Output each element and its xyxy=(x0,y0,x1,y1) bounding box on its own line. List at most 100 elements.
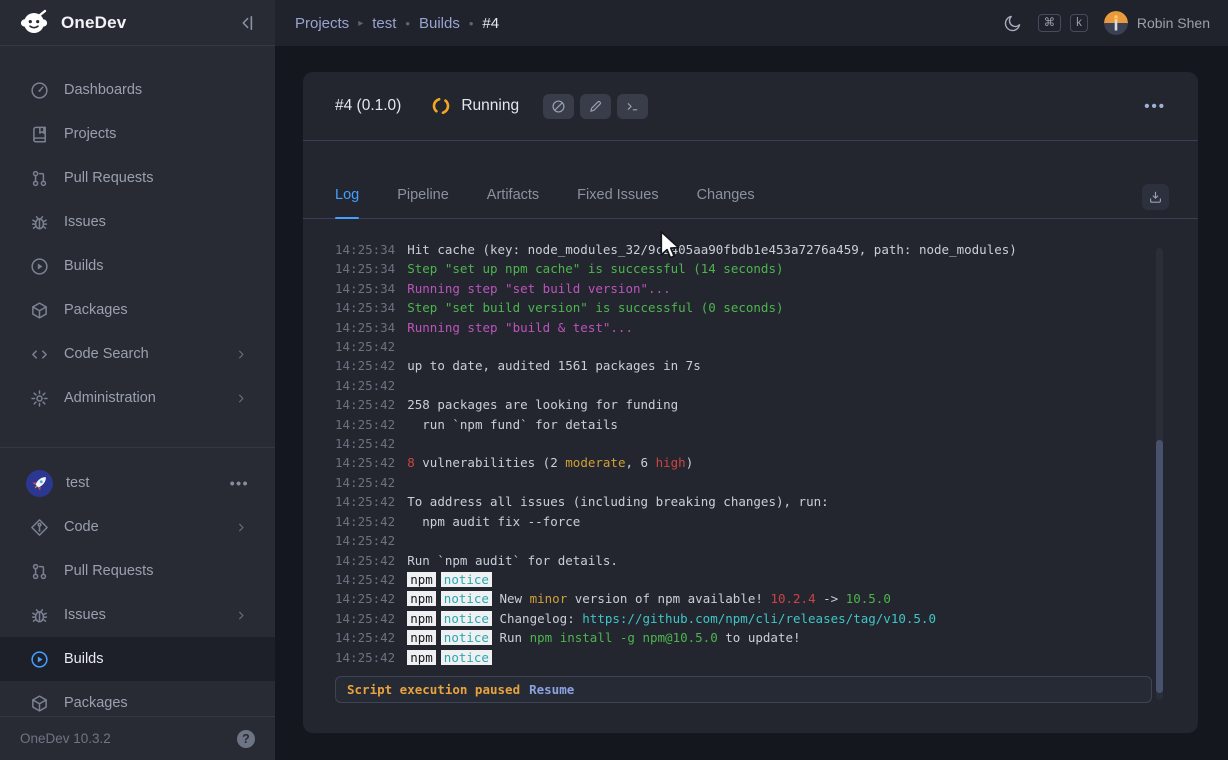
tab-pipeline[interactable]: Pipeline xyxy=(397,187,449,218)
log-line: 14:25:42 xyxy=(335,531,1198,550)
sidebar-item-code-search[interactable]: Code Search xyxy=(0,332,275,376)
download-log-button[interactable] xyxy=(1142,184,1169,210)
log-text: To address all issues (including breakin… xyxy=(407,494,828,509)
user-avatar[interactable] xyxy=(1104,11,1128,35)
running-spinner-icon xyxy=(431,96,451,116)
log-text: npm audit fix --force xyxy=(407,514,580,529)
npm-badge: npm xyxy=(407,591,436,606)
code-icon xyxy=(30,345,49,364)
build-card: #4 (0.1.0) Running ••• xyxy=(303,72,1198,733)
sidebar-item-packages[interactable]: Packages xyxy=(0,288,275,332)
sidebar-item-projects[interactable]: Projects xyxy=(0,112,275,156)
breadcrumb-separator: • xyxy=(405,16,410,31)
cancel-build-button[interactable] xyxy=(543,94,574,119)
build-title: #4 (0.1.0) xyxy=(335,97,401,115)
log-text: Step "set up npm cache" is successful (1… xyxy=(407,261,783,276)
bug-icon xyxy=(30,606,49,625)
tab-log[interactable]: Log xyxy=(335,187,359,218)
sidebar-item-administration[interactable]: Administration xyxy=(0,376,275,420)
build-log[interactable]: 14:25:34Hit cache (key: node_modules_32/… xyxy=(303,219,1198,676)
log-timestamp: 14:25:34 xyxy=(335,242,395,257)
chevron-right-icon xyxy=(234,608,249,623)
sidebar-project-nav: CodePull RequestsIssuesBuildsPackages xyxy=(0,505,275,725)
git-diamond-icon xyxy=(30,518,49,537)
log-text: Running step "build & test"... xyxy=(407,320,633,335)
log-line: 14:25:42npmnotice xyxy=(335,648,1198,667)
log-line: 14:25:42npmnotice Changelog: https://git… xyxy=(335,609,1198,628)
log-timestamp: 14:25:34 xyxy=(335,320,395,335)
build-actions xyxy=(543,94,648,119)
log-timestamp: 14:25:42 xyxy=(335,591,395,606)
sidebar-item-label: Administration xyxy=(64,390,156,406)
sidebar-item-code[interactable]: Code xyxy=(0,505,275,549)
log-scrollbar-thumb[interactable] xyxy=(1156,440,1163,693)
npm-badge: npm xyxy=(407,630,436,645)
project-more-icon[interactable]: ••• xyxy=(230,475,249,491)
log-text: Changelog: xyxy=(492,611,582,626)
build-more-icon[interactable]: ••• xyxy=(1144,98,1166,115)
log-text: up to date, audited 1561 packages in 7s xyxy=(407,358,701,373)
terminal-button[interactable] xyxy=(617,94,648,119)
notice-badge: notice xyxy=(441,591,492,606)
log-line: 14:25:42 xyxy=(335,376,1198,395)
log-text: 10.2.4 xyxy=(770,591,815,606)
breadcrumb-builds[interactable]: Builds xyxy=(419,15,460,32)
help-icon[interactable]: ? xyxy=(237,730,255,748)
sidebar-item-pull-requests[interactable]: Pull Requests xyxy=(0,549,275,593)
log-line: 14:25:42npmnotice New minor version of n… xyxy=(335,589,1198,608)
log-line: 14:25:428 vulnerabilities (2 moderate, 6… xyxy=(335,453,1198,472)
log-line: 14:25:42 xyxy=(335,434,1198,453)
sidebar-item-label: Pull Requests xyxy=(64,563,153,579)
breadcrumb--4: #4 xyxy=(482,15,499,32)
main-area: Projects▸test•Builds•#4 ⌘ k xyxy=(275,0,1228,760)
sidebar-item-label: Issues xyxy=(64,607,106,623)
package-icon xyxy=(30,694,49,713)
log-line: 14:25:34 Running step "build & test"... xyxy=(335,318,1198,337)
log-line: 14:25:42 xyxy=(335,473,1198,492)
log-text: 10.5.0 xyxy=(846,591,891,606)
edit-build-button[interactable] xyxy=(580,94,611,119)
page-content: #4 (0.1.0) Running ••• xyxy=(275,46,1228,760)
sidebar-item-issues[interactable]: Issues xyxy=(0,593,275,637)
log-text: , 6 xyxy=(625,455,655,470)
log-timestamp: 14:25:42 xyxy=(335,533,395,548)
log-line: 14:25:42 npm audit fix --force xyxy=(335,512,1198,531)
shortcut-cmd-key[interactable]: ⌘ xyxy=(1038,14,1062,32)
sidebar-item-builds[interactable]: Builds xyxy=(0,244,275,288)
breadcrumb-projects[interactable]: Projects xyxy=(295,15,349,32)
sidebar-item-dashboards[interactable]: Dashboards xyxy=(0,68,275,112)
build-status: Running xyxy=(461,97,519,115)
log-timestamp: 14:25:42 xyxy=(335,650,395,665)
log-text: Run xyxy=(492,630,530,645)
log-line: 14:25:42 run `npm fund` for details xyxy=(335,415,1198,434)
resume-link[interactable]: Resume xyxy=(529,682,574,697)
log-line: 14:25:42Run `npm audit` for details. xyxy=(335,551,1198,570)
npm-badge: npm xyxy=(407,650,436,665)
breadcrumb-test[interactable]: test xyxy=(372,15,396,32)
tab-fixed-issues[interactable]: Fixed Issues xyxy=(577,187,658,218)
build-card-header: #4 (0.1.0) Running ••• xyxy=(303,72,1198,141)
sidebar-item-pull-requests[interactable]: Pull Requests xyxy=(0,156,275,200)
log-text: Run `npm audit` for details. xyxy=(407,553,618,568)
tab-artifacts[interactable]: Artifacts xyxy=(487,187,539,218)
book-icon xyxy=(30,125,49,144)
user-name[interactable]: Robin Shen xyxy=(1137,15,1210,31)
sidebar-item-builds[interactable]: Builds xyxy=(0,637,275,681)
tab-changes[interactable]: Changes xyxy=(697,187,755,218)
log-text: npm install -g npm@10.5.0 xyxy=(530,630,718,645)
log-text: Running step "set build version"... xyxy=(407,281,670,296)
log-timestamp: 14:25:42 xyxy=(335,611,395,626)
dark-mode-moon-icon[interactable] xyxy=(1004,14,1022,32)
shortcut-k-key[interactable]: k xyxy=(1070,14,1088,32)
sidebar-project-row[interactable]: test ••• xyxy=(0,461,275,505)
sidebar-item-issues[interactable]: Issues xyxy=(0,200,275,244)
log-text: Step "set build version" is successful (… xyxy=(407,300,783,315)
sidebar-item-label: Code Search xyxy=(64,346,149,362)
log-timestamp: 14:25:42 xyxy=(335,417,395,432)
notice-badge: notice xyxy=(441,630,492,645)
log-text: vulnerabilities (2 xyxy=(415,455,566,470)
sidebar-collapse-icon[interactable] xyxy=(237,13,257,33)
paused-message: Script execution paused xyxy=(347,682,520,697)
sidebar-footer: OneDev 10.3.2 ? xyxy=(0,716,275,760)
log-timestamp: 14:25:42 xyxy=(335,514,395,529)
